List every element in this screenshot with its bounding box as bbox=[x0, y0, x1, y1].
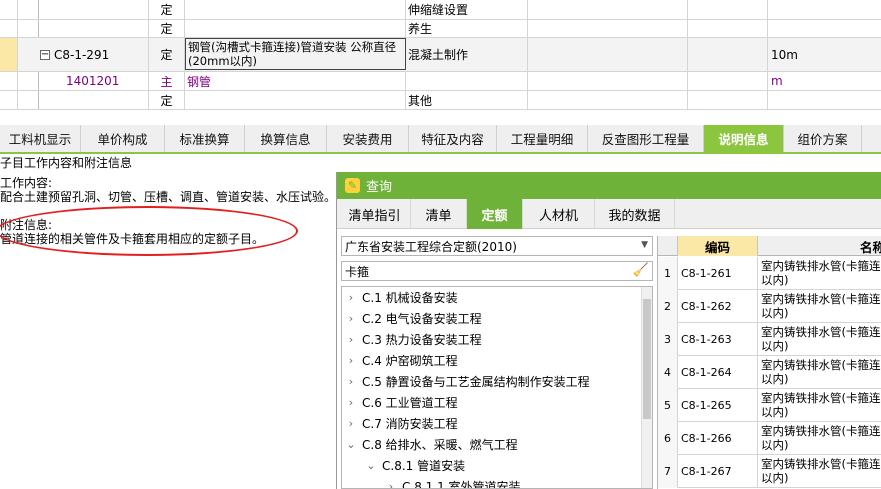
row-content: 养生 bbox=[406, 20, 528, 37]
row-name: 钢管 bbox=[185, 72, 406, 90]
chevron-down-icon[interactable]: ⌄ bbox=[364, 459, 378, 472]
tree-node[interactable]: › C.2 电气设备安装工程 bbox=[344, 308, 482, 329]
table-row[interactable]: 4 C8-1-264 室内铸铁排水管(卡箍连 以内) bbox=[658, 356, 881, 389]
grid-row[interactable]: 定 伸缩缝设置 bbox=[0, 0, 881, 20]
tab-labor-material-machine[interactable]: 人材机 bbox=[523, 199, 595, 229]
app-logo-icon: ✎ bbox=[345, 178, 360, 193]
tab-features[interactable]: 特征及内容 bbox=[409, 125, 497, 152]
tree-node[interactable]: › C.3 热力设备安装工程 bbox=[344, 329, 482, 350]
row-unit: m bbox=[771, 74, 783, 88]
tree-node[interactable]: › C.8.1.1 室外管道安装 bbox=[384, 476, 521, 488]
grid-row[interactable]: 定 养生 bbox=[0, 20, 881, 38]
tree-node[interactable]: › C.5 静置设备与工艺金属结构制作安装工程 bbox=[344, 371, 590, 392]
chevron-right-icon[interactable]: › bbox=[344, 312, 358, 325]
row-type: 定 bbox=[149, 0, 185, 19]
work-text: 配合土建预留孔洞、切管、压槽、调直、管道安装、水压试验。 bbox=[0, 190, 337, 204]
tab-unit-price[interactable]: 单价构成 bbox=[81, 125, 165, 152]
chevron-down-icon[interactable]: ⌄ bbox=[344, 438, 358, 451]
tab-quantity-detail[interactable]: 工程量明细 bbox=[497, 125, 588, 152]
table-row[interactable]: 3 C8-1-263 室内铸铁排水管(卡箍连 以内) bbox=[658, 323, 881, 356]
chevron-right-icon[interactable]: › bbox=[344, 333, 358, 346]
row-type: 定 bbox=[149, 38, 185, 71]
grid-row[interactable]: 定 其他 bbox=[0, 91, 881, 110]
table-row[interactable]: 2 C8-1-262 室内铸铁排水管(卡箍连 以内) bbox=[658, 290, 881, 323]
tab-standard-conversion[interactable]: 标准换算 bbox=[165, 125, 245, 152]
tab-labor-material[interactable]: 工料机显示 bbox=[0, 125, 81, 152]
row-unit bbox=[768, 91, 881, 109]
row-unit bbox=[768, 20, 881, 37]
row-unit bbox=[768, 0, 881, 19]
chevron-right-icon[interactable]: › bbox=[344, 375, 358, 388]
clear-broom-icon[interactable]: 🧹 bbox=[633, 263, 649, 278]
tab-pricing-scheme[interactable]: 组价方案 bbox=[784, 125, 862, 152]
row-content bbox=[406, 72, 528, 90]
row-code: C8-1-291 bbox=[54, 47, 110, 62]
table-row[interactable]: 5 C8-1-265 室内铸铁排水管(卡箍连 以内) bbox=[658, 389, 881, 422]
tab-reverse-lookup[interactable]: 反查图形工程量 bbox=[588, 125, 704, 152]
header-name[interactable]: 名称 bbox=[758, 236, 881, 256]
chevron-right-icon[interactable]: › bbox=[344, 396, 358, 409]
highlight-annotation bbox=[0, 206, 298, 256]
tree-node[interactable]: › C.4 炉窑砌筑工程 bbox=[344, 350, 458, 371]
tree-node[interactable]: › C.1 机械设备安装 bbox=[344, 287, 458, 308]
tab-my-data[interactable]: 我的数据 bbox=[595, 199, 675, 229]
row-type: 定 bbox=[149, 20, 185, 37]
tree-node[interactable]: › C.7 消防安装工程 bbox=[344, 413, 458, 434]
table-header: 编码 名称 bbox=[658, 236, 881, 256]
grid-row[interactable]: 1401201 主 钢管 m bbox=[0, 72, 881, 91]
row-content: 混凝土制作 bbox=[406, 38, 528, 71]
scroll-thumb[interactable] bbox=[643, 299, 651, 419]
quota-book-value: 广东省安装工程综合定额(2010) bbox=[345, 239, 517, 254]
row-name-editor[interactable]: 钢管(沟槽式卡箍连接)管道安装 公称直径(20mm以内) bbox=[185, 38, 406, 70]
chevron-right-icon[interactable]: › bbox=[344, 417, 358, 430]
tab-bill[interactable]: 清单 bbox=[411, 199, 467, 229]
query-dialog: ✎ 查询 清单指引 清单 定额 人材机 我的数据 广东省安装工程综合定额(201… bbox=[336, 172, 881, 489]
search-input[interactable]: 卡箍 🧹 bbox=[341, 261, 653, 281]
detail-tabs: 工料机显示 单价构成 标准换算 换算信息 安装费用 特征及内容 工程量明细 反查… bbox=[0, 125, 881, 154]
tab-quota[interactable]: 定额 bbox=[467, 199, 523, 229]
tree-node-expanded[interactable]: ⌄ C.8 给排水、采暖、燃气工程 bbox=[344, 434, 517, 455]
chapter-tree: › C.1 机械设备安装 › C.2 电气设备安装工程 › C.3 热力设备安装工程 … bbox=[341, 286, 653, 489]
search-value: 卡箍 bbox=[345, 264, 370, 279]
row-name bbox=[185, 0, 406, 19]
tree-node-expanded[interactable]: ⌄ C.8.1 管道安装 bbox=[364, 455, 465, 476]
row-content: 其他 bbox=[406, 91, 528, 109]
tab-description[interactable]: 说明信息 bbox=[704, 125, 784, 152]
quota-grid: 定 伸缩缝设置 定 养生 − C8-1-291 定 钢管(沟槽式卡箍连接)管道安… bbox=[0, 0, 881, 110]
header-code[interactable]: 编码 bbox=[678, 236, 758, 256]
quota-book-select[interactable]: 广东省安装工程综合定额(2010) ▼ bbox=[341, 236, 653, 256]
tab-install-fee[interactable]: 安装费用 bbox=[327, 125, 409, 152]
table-row[interactable]: 1 C8-1-261 室内铸铁排水管(卡箍连 以内) bbox=[658, 257, 881, 290]
chevron-right-icon[interactable]: › bbox=[384, 480, 398, 488]
dropdown-arrow-icon: ▼ bbox=[641, 240, 648, 250]
tree-node[interactable]: › C.6 工业管道工程 bbox=[344, 392, 458, 413]
info-title: 子目工作内容和附注信息 bbox=[0, 156, 133, 170]
table-row[interactable]: 7 C8-1-267 室内铸铁排水管(卡箍连 以内) bbox=[658, 455, 881, 488]
tree-scrollbar[interactable] bbox=[641, 287, 652, 488]
grid-row-selected[interactable]: − C8-1-291 定 钢管(沟槽式卡箍连接)管道安装 公称直径(20mm以内… bbox=[0, 38, 881, 72]
row-content: 伸缩缝设置 bbox=[406, 0, 528, 19]
chevron-right-icon[interactable]: › bbox=[344, 291, 358, 304]
dialog-title: 查询 bbox=[366, 180, 393, 195]
row-indicator bbox=[0, 38, 18, 71]
dialog-tabs: 清单指引 清单 定额 人材机 我的数据 bbox=[337, 199, 881, 229]
tab-conversion-info[interactable]: 换算信息 bbox=[245, 125, 327, 152]
collapse-icon[interactable]: − bbox=[40, 49, 50, 60]
row-name bbox=[185, 91, 406, 109]
row-unit: 10m bbox=[771, 47, 798, 62]
dialog-titlebar[interactable]: ✎ 查询 bbox=[337, 172, 881, 199]
quota-result-table: 编码 名称 1 C8-1-261 室内铸铁排水管(卡箍连以内) 2 C8-1-2… bbox=[657, 236, 881, 489]
row-code: 1401201 bbox=[18, 72, 149, 90]
row-type: 定 bbox=[149, 91, 185, 109]
tab-bill-guide[interactable]: 清单指引 bbox=[339, 199, 411, 229]
row-type: 主 bbox=[149, 72, 185, 90]
row-name bbox=[185, 20, 406, 37]
table-row[interactable]: 6 C8-1-266 室内铸铁排水管(卡箍连 以内) bbox=[658, 422, 881, 455]
chevron-right-icon[interactable]: › bbox=[344, 354, 358, 367]
